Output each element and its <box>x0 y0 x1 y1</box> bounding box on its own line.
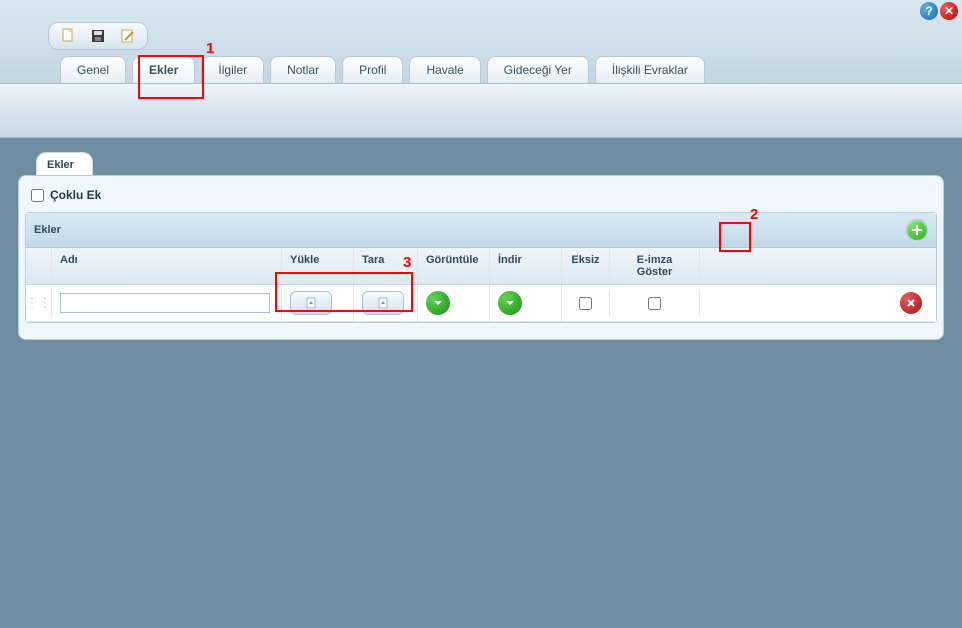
table-row: ⋮⋮ <box>26 285 936 322</box>
grid-title-text: Ekler <box>34 224 61 236</box>
help-icon[interactable]: ? <box>920 2 938 20</box>
close-icon[interactable]: ✕ <box>940 2 958 20</box>
col-header-adi: Adı <box>52 248 282 284</box>
tab-ekler[interactable]: Ekler <box>132 56 195 83</box>
header-right-controls: ? ✕ <box>920 2 958 20</box>
tab-genel[interactable]: Genel <box>60 56 126 83</box>
tab-havale[interactable]: Havale <box>409 56 480 83</box>
eimza-checkbox[interactable] <box>648 297 661 310</box>
scan-button[interactable] <box>362 291 404 315</box>
grid-header: Adı Yükle Tara Görüntüle İndir Eksiz E-i… <box>26 248 936 285</box>
row-name-input[interactable] <box>60 293 270 313</box>
download-button[interactable] <box>498 291 522 315</box>
col-header-indir: İndir <box>490 248 562 284</box>
plus-icon <box>910 223 924 237</box>
main-toolbar <box>48 22 148 50</box>
drag-handle-icon[interactable]: ⋮⋮ <box>34 295 43 311</box>
col-header-goruntule: Görüntüle <box>418 248 490 284</box>
delete-row-button[interactable] <box>900 292 922 314</box>
view-button[interactable] <box>426 291 450 315</box>
tab-ilgiler[interactable]: İlgiler <box>201 56 264 83</box>
close-icon <box>905 297 917 309</box>
scan-file-icon <box>376 296 390 310</box>
save-button[interactable] <box>87 25 109 47</box>
main-tabs: Genel Ekler İlgiler Notlar Profil Havale… <box>60 56 705 83</box>
tab-notlar[interactable]: Notlar <box>270 56 336 83</box>
edit-button[interactable] <box>117 25 139 47</box>
upload-button[interactable] <box>290 291 332 315</box>
coklu-ek-label: Çoklu Ek <box>50 188 101 202</box>
coklu-ek-row: Çoklu Ek <box>25 182 937 212</box>
panel-tab-ekler[interactable]: Ekler <box>36 152 93 175</box>
arrow-down-icon <box>432 297 444 309</box>
app-header: ? ✕ Genel Ekler İlgiler Notlar Profil Ha… <box>0 0 962 84</box>
col-header-eksiz: Eksiz <box>562 248 610 284</box>
ekler-panel: Çoklu Ek Ekler Adı Yükle Tara Görüntüle … <box>18 175 944 340</box>
sub-header-strip <box>0 84 962 138</box>
new-document-button[interactable] <box>57 25 79 47</box>
upload-file-icon <box>304 296 318 310</box>
ekler-grid: Ekler Adı Yükle Tara Görüntüle İndir Eks… <box>25 212 937 323</box>
eksiz-checkbox[interactable] <box>579 297 592 310</box>
panel-wrapper: Ekler Çoklu Ek Ekler Adı Yükle Tara <box>18 152 944 340</box>
col-header-tara: Tara <box>354 248 418 284</box>
coklu-ek-checkbox[interactable] <box>31 189 44 202</box>
tab-iliskili-evraklar[interactable]: İlişkili Evraklar <box>595 56 705 83</box>
arrow-down-icon <box>504 297 516 309</box>
tab-gidecegi-yer[interactable]: Gideceği Yer <box>487 56 589 83</box>
grid-title-bar: Ekler <box>26 213 936 248</box>
add-row-button[interactable] <box>906 219 928 241</box>
col-header-yukle: Yükle <box>282 248 354 284</box>
col-header-eimza: E-imza Göster <box>610 248 700 284</box>
tab-profil[interactable]: Profil <box>342 56 403 83</box>
workspace: Ekler Çoklu Ek Ekler Adı Yükle Tara <box>0 84 962 628</box>
